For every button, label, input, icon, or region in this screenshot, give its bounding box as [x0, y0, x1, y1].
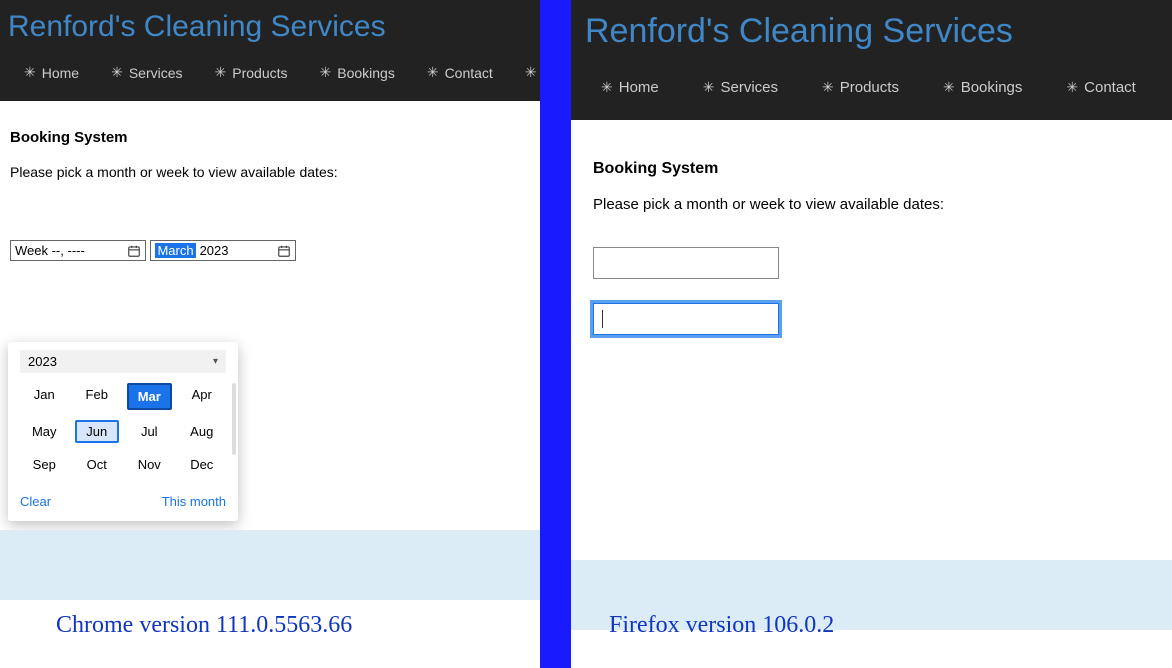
- asterisk-icon: ✳: [943, 79, 955, 96]
- nav-label: Contact: [445, 65, 493, 81]
- nav-bookings[interactable]: ✳ Bookings: [921, 69, 1044, 106]
- nav-contact[interactable]: ✳ Contact: [411, 58, 509, 87]
- nav-home[interactable]: ✳ Home: [8, 58, 95, 87]
- nav-truncated[interactable]: ✳A: [509, 58, 540, 87]
- asterisk-icon: ✳: [215, 64, 227, 81]
- nav-label: Products: [232, 65, 287, 81]
- firefox-pane: Renford's Cleaning Services ✳ Home ✳ Servi…: [571, 0, 1172, 668]
- month-input[interactable]: [593, 303, 779, 335]
- month-cell-nov[interactable]: Nov: [127, 453, 172, 476]
- picker-year-label: 2023: [28, 354, 57, 369]
- header: Renford's Cleaning Services ✳ Home ✳ Servi…: [0, 0, 540, 101]
- picker-month-grid: Jan Feb Mar Apr May Jun Jul Aug Sep Oct …: [20, 379, 226, 480]
- text-caret: [602, 310, 603, 328]
- asterisk-icon: ✳: [525, 64, 537, 81]
- nav-products[interactable]: ✳ Products: [800, 69, 921, 106]
- asterisk-icon: ✳: [111, 64, 123, 81]
- month-picker-popup: 2023 ▾ Jan Feb Mar Apr May Jun Jul Aug S…: [8, 342, 238, 521]
- asterisk-icon: ✳: [822, 79, 834, 96]
- nav-products[interactable]: ✳ Products: [199, 58, 304, 87]
- chrome-pane: Renford's Cleaning Services ✳ Home ✳ Servi…: [0, 0, 540, 668]
- month-input-selected: March: [155, 243, 195, 258]
- nav-label: Home: [42, 65, 79, 81]
- month-cell-may[interactable]: May: [22, 420, 67, 443]
- month-input-year: 2023: [200, 243, 229, 258]
- month-cell-jul[interactable]: Jul: [127, 420, 172, 443]
- week-input-value: Week --, ----: [15, 243, 85, 258]
- asterisk-icon: ✳: [1066, 79, 1078, 96]
- month-cell-jan[interactable]: Jan: [22, 383, 67, 410]
- brand-title: Renford's Cleaning Services: [8, 0, 532, 58]
- asterisk-icon: ✳: [24, 64, 36, 81]
- week-input[interactable]: Week --, ----: [10, 240, 146, 261]
- nav-label: Home: [619, 79, 659, 96]
- browser-caption: Chrome version 111.0.5563.66: [56, 612, 352, 639]
- month-input[interactable]: March 2023: [150, 240, 296, 261]
- prompt-text: Please pick a month or week to view avai…: [10, 164, 530, 180]
- month-cell-feb[interactable]: Feb: [75, 383, 120, 410]
- nav-services[interactable]: ✳ Services: [95, 58, 198, 87]
- section-title: Booking System: [10, 129, 530, 146]
- vertical-divider: [540, 0, 571, 668]
- week-input[interactable]: [593, 247, 779, 279]
- nav-label: Bookings: [337, 65, 395, 81]
- nav-services[interactable]: ✳ Services: [681, 69, 800, 106]
- brand-title: Renford's Cleaning Services: [579, 0, 1164, 69]
- nav-label: Services: [129, 65, 183, 81]
- nav-label: Contact: [1084, 79, 1136, 96]
- month-cell-sep[interactable]: Sep: [22, 453, 67, 476]
- asterisk-icon: ✳: [427, 64, 439, 81]
- navbar: ✳ Home ✳ Services ✳ Products ✳ Bookings ✳ Con…: [579, 69, 1164, 120]
- month-cell-oct[interactable]: Oct: [75, 453, 120, 476]
- nav-contact[interactable]: ✳ Contact: [1044, 69, 1157, 106]
- section-title: Booking System: [593, 160, 1150, 178]
- nav-label: Bookings: [961, 79, 1023, 96]
- picker-footer: Clear This month: [20, 494, 226, 509]
- nav-bookings[interactable]: ✳ Bookings: [304, 58, 411, 87]
- month-cell-mar[interactable]: Mar: [127, 383, 172, 410]
- browser-caption: Firefox version 106.0.2: [609, 612, 834, 639]
- picker-clear-button[interactable]: Clear: [20, 494, 51, 509]
- asterisk-icon: ✳: [320, 64, 332, 81]
- header: Renford's Cleaning Services ✳ Home ✳ Servi…: [571, 0, 1172, 120]
- nav-label: Products: [840, 79, 899, 96]
- calendar-icon[interactable]: [277, 244, 291, 258]
- picker-this-month-button[interactable]: This month: [162, 494, 226, 509]
- scrollbar[interactable]: [232, 383, 236, 455]
- month-cell-apr[interactable]: Apr: [180, 383, 225, 410]
- navbar: ✳ Home ✳ Services ✳ Products ✳ Bookings ✳ Con…: [8, 58, 532, 101]
- month-cell-aug[interactable]: Aug: [180, 420, 225, 443]
- content-area: Booking System Please pick a month or we…: [0, 101, 540, 279]
- asterisk-icon: ✳: [703, 79, 715, 96]
- asterisk-icon: ✳: [601, 79, 613, 96]
- chevron-down-icon: ▾: [213, 356, 218, 367]
- nav-home[interactable]: ✳ Home: [579, 69, 681, 106]
- month-cell-dec[interactable]: Dec: [180, 453, 225, 476]
- picker-year-row[interactable]: 2023 ▾: [20, 350, 226, 373]
- calendar-icon[interactable]: [127, 244, 141, 258]
- nav-label: Services: [720, 79, 778, 96]
- content-area: Booking System Please pick a month or we…: [571, 120, 1172, 389]
- prompt-text: Please pick a month or week to view avai…: [593, 196, 1150, 213]
- month-cell-jun[interactable]: Jun: [75, 420, 120, 443]
- footer-band: [0, 530, 540, 600]
